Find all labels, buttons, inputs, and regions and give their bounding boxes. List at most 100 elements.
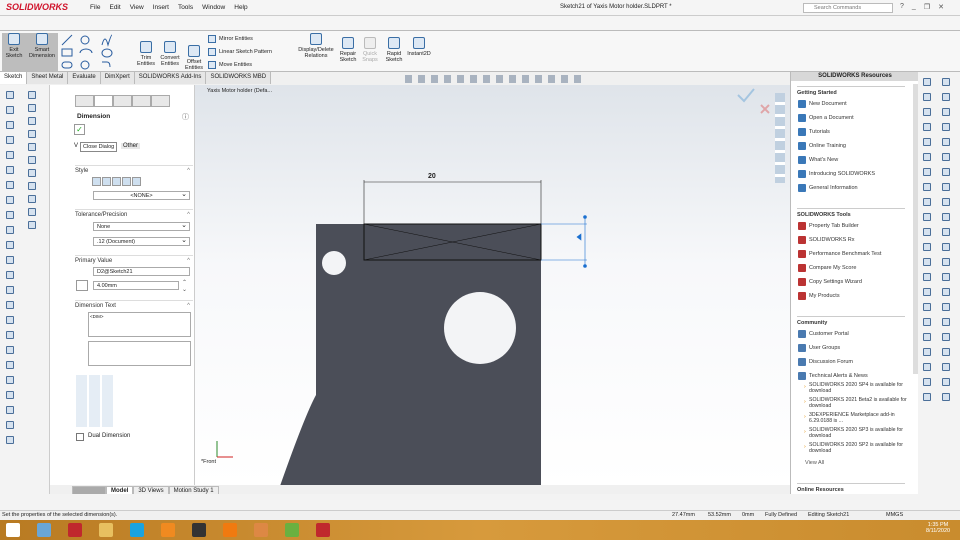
feature-manager-tab[interactable] <box>75 95 94 107</box>
right-tool-icon[interactable] <box>923 303 931 311</box>
reverse-direction-icon[interactable] <box>76 280 88 291</box>
dimension-value-field[interactable]: 4.00mm <box>93 281 179 290</box>
taskbar-app-icon[interactable] <box>316 523 330 537</box>
right-tool-icon[interactable] <box>942 123 950 131</box>
help-icon[interactable]: ⓘ <box>182 112 189 122</box>
left-tool-icon[interactable] <box>6 226 14 234</box>
dimension-text-below[interactable] <box>88 341 191 366</box>
dual-dimension-checkbox[interactable] <box>76 433 84 441</box>
taskbar-app-icon[interactable] <box>68 523 82 537</box>
left-tool-icon[interactable] <box>6 316 14 324</box>
restore-button[interactable]: ❐ <box>924 3 930 11</box>
right-tool-icon[interactable] <box>923 198 931 206</box>
task-pane-tabs[interactable] <box>775 93 785 183</box>
left-tool-icon[interactable] <box>6 286 14 294</box>
left-tool-icon[interactable] <box>6 196 14 204</box>
left-tool-icon[interactable] <box>28 169 36 177</box>
online-resources-header[interactable]: Online Resources <box>797 483 905 493</box>
right-tool-icon[interactable] <box>942 363 950 371</box>
left-tool-icon[interactable] <box>6 301 14 309</box>
right-tool-icon[interactable] <box>923 228 931 236</box>
configuration-manager-tab[interactable] <box>113 95 132 107</box>
right-tool-icon[interactable] <box>923 243 931 251</box>
right-tool-icon[interactable] <box>923 378 931 386</box>
left-tool-icon[interactable] <box>6 121 14 129</box>
tab-mbd[interactable]: SOLIDWORKS MBD <box>206 72 272 84</box>
quick-snaps-button[interactable]: Quick Snaps <box>360 37 380 63</box>
tolerance-section-header[interactable]: Tolerance/Precision ^ <box>75 209 193 218</box>
help-icon[interactable]: ? <box>900 3 904 11</box>
left-tool-icon[interactable] <box>6 436 14 444</box>
taskbar-app-icon[interactable] <box>37 523 51 537</box>
move-entities-button[interactable]: Move Entities <box>208 61 252 69</box>
right-tool-icon[interactable] <box>942 393 950 401</box>
left-tool-icon[interactable] <box>28 91 36 99</box>
tab-evaluate[interactable]: Evaluate <box>68 72 101 84</box>
left-tool-icon[interactable] <box>6 406 14 414</box>
right-tool-icon[interactable] <box>923 333 931 341</box>
resource-link[interactable]: Compare My Score <box>798 264 856 272</box>
smart-dimension-button[interactable]: Smart Dimension <box>26 33 58 71</box>
menu-help[interactable]: Help <box>234 4 247 11</box>
taskbar-app-icon[interactable] <box>161 523 175 537</box>
left-tool-icon[interactable] <box>6 151 14 159</box>
property-manager-tab[interactable] <box>94 95 113 107</box>
right-tool-icon[interactable] <box>923 363 931 371</box>
right-tool-icon[interactable] <box>942 168 950 176</box>
display-delete-relations-button[interactable]: Display/Delete Relations <box>296 33 336 59</box>
taskbar-app-icon[interactable] <box>6 523 20 537</box>
tab-sheet-metal[interactable]: Sheet Metal <box>27 72 69 84</box>
left-tool-icon[interactable] <box>6 211 14 219</box>
search-commands-input[interactable]: Search Commands <box>803 3 893 13</box>
resource-link[interactable]: Tutorials <box>798 128 830 136</box>
left-tool-icon[interactable] <box>6 91 14 99</box>
right-tool-icon[interactable] <box>923 273 931 281</box>
right-tool-icon[interactable] <box>942 153 950 161</box>
right-tool-icon[interactable] <box>923 108 931 116</box>
right-tool-icon[interactable] <box>923 393 931 401</box>
left-tool-icon[interactable] <box>28 208 36 216</box>
taskbar-app-icon[interactable] <box>254 523 268 537</box>
right-tool-icon[interactable] <box>923 213 931 221</box>
news-item[interactable]: SOLIDWORKS 2020 SP3 is available for dow… <box>804 427 909 439</box>
right-tool-icon[interactable] <box>942 333 950 341</box>
style-icon[interactable] <box>92 177 101 186</box>
right-tool-icon[interactable] <box>942 213 950 221</box>
left-tool-icon[interactable] <box>28 117 36 125</box>
resource-link[interactable]: Customer Portal <box>798 330 849 338</box>
left-tool-icon[interactable] <box>28 195 36 203</box>
sketch-entity-tools[interactable] <box>60 33 135 71</box>
left-tool-icon[interactable] <box>28 104 36 112</box>
right-tool-icon[interactable] <box>942 93 950 101</box>
right-tool-icon[interactable] <box>942 288 950 296</box>
resource-link[interactable]: User Groups <box>798 344 840 352</box>
convert-entities-button[interactable]: Convert Entities <box>158 41 182 67</box>
resource-link[interactable]: Technical Alerts & News <box>798 372 868 380</box>
right-tool-icon[interactable] <box>923 78 931 86</box>
right-tool-icon[interactable] <box>942 78 950 86</box>
left-tool-icon[interactable] <box>6 166 14 174</box>
left-tool-icon[interactable] <box>6 361 14 369</box>
dimxpert-tab[interactable] <box>132 95 151 107</box>
left-tool-icon[interactable] <box>6 106 14 114</box>
resource-link[interactable]: SOLIDWORKS Rx <box>798 236 855 244</box>
mirror-entities-button[interactable]: Mirror Entities <box>208 35 253 43</box>
right-tool-icon[interactable] <box>942 183 950 191</box>
taskbar-app-icon[interactable] <box>192 523 206 537</box>
ok-check-button[interactable]: ✓ <box>74 124 85 135</box>
resource-link[interactable]: New Document <box>798 100 847 108</box>
right-tool-icon[interactable] <box>923 258 931 266</box>
menu-view[interactable]: View <box>130 4 144 11</box>
right-tool-icon[interactable] <box>942 258 950 266</box>
news-item[interactable]: SOLIDWORKS 2020 SP4 is available for dow… <box>804 382 909 394</box>
view-all-link[interactable]: View All <box>805 460 824 466</box>
taskbar-app-icon[interactable] <box>130 523 144 537</box>
left-tool-icon[interactable] <box>6 271 14 279</box>
tab-other[interactable]: Other <box>121 143 141 149</box>
resource-link[interactable]: What's New <box>798 156 838 164</box>
right-tool-icon[interactable] <box>923 123 931 131</box>
right-tool-icon[interactable] <box>942 273 950 281</box>
tab-dimxpert[interactable]: DimXpert <box>101 72 135 84</box>
left-tool-icon[interactable] <box>28 182 36 190</box>
exit-sketch-button[interactable]: Exit Sketch <box>2 33 26 71</box>
